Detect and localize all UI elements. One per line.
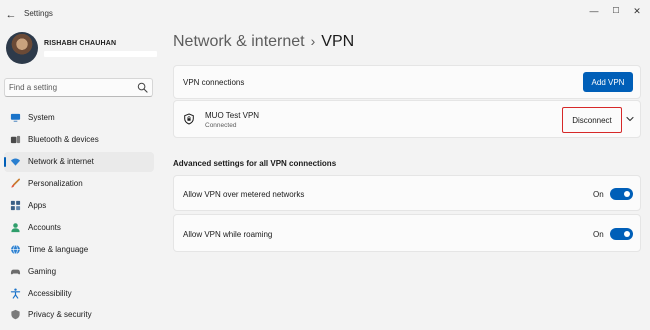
sidebar-item-gaming[interactable]: Gaming bbox=[4, 262, 154, 282]
toggle-state-label: On bbox=[593, 230, 604, 239]
sidebar-item-accounts[interactable]: Accounts bbox=[4, 218, 154, 238]
sidebar-item-network[interactable]: Network & internet bbox=[4, 152, 154, 172]
sidebar-item-label: Accessibility bbox=[28, 289, 72, 298]
toggle-knob bbox=[624, 231, 630, 237]
setting-row-roaming: Allow VPN while roaming On bbox=[173, 214, 641, 252]
monitor-icon bbox=[10, 113, 21, 122]
sidebar-item-system[interactable]: System bbox=[4, 108, 154, 128]
sidebar-item-label: Bluetooth & devices bbox=[28, 135, 99, 144]
brush-icon bbox=[11, 178, 20, 188]
search-input[interactable] bbox=[9, 81, 129, 94]
search-box bbox=[4, 78, 153, 97]
accessibility-icon bbox=[10, 288, 21, 299]
vpn-connection-item[interactable]: MUO Test VPN Connected Disconnect bbox=[173, 100, 641, 138]
shield-icon bbox=[11, 309, 20, 320]
toggle-knob bbox=[624, 191, 630, 197]
sidebar-item-privacy-security[interactable]: Privacy & security bbox=[4, 305, 154, 325]
vpn-connections-card: VPN connections Add VPN bbox=[173, 65, 641, 99]
setting-label: Allow VPN over metered networks bbox=[183, 190, 305, 199]
back-arrow-icon[interactable]: ← bbox=[4, 8, 18, 22]
page-title: VPN bbox=[321, 33, 355, 50]
globe-clock-icon bbox=[11, 244, 20, 255]
vpn-name: MUO Test VPN bbox=[205, 111, 260, 120]
selection-indicator bbox=[4, 157, 6, 167]
sidebar-item-bluetooth[interactable]: Bluetooth & devices bbox=[4, 130, 154, 150]
add-vpn-button[interactable]: Add VPN bbox=[583, 72, 633, 92]
sidebar-item-personalization[interactable]: Personalization bbox=[4, 174, 154, 194]
vpn-status: Connected bbox=[205, 122, 237, 129]
person-icon bbox=[11, 223, 20, 233]
setting-row-metered: Allow VPN over metered networks On bbox=[173, 175, 641, 211]
roaming-toggle[interactable] bbox=[610, 228, 633, 240]
metered-toggle[interactable] bbox=[610, 188, 633, 200]
sidebar-item-label: Time & language bbox=[28, 245, 89, 254]
gamepad-icon bbox=[10, 269, 21, 275]
minimize-button[interactable]: — bbox=[584, 4, 604, 18]
sidebar-item-label: Privacy & security bbox=[28, 310, 92, 319]
sidebar-item-accessibility[interactable]: Accessibility bbox=[4, 284, 154, 304]
sidebar-item-label: Apps bbox=[28, 201, 47, 210]
vpn-connections-label: VPN connections bbox=[183, 78, 245, 87]
sidebar-item-label: Network & internet bbox=[28, 157, 94, 166]
breadcrumb-separator: › bbox=[310, 33, 316, 49]
title-bar: ← Settings — ☐ ✕ bbox=[0, 0, 650, 30]
avatar[interactable] bbox=[6, 32, 38, 64]
sidebar-item-apps[interactable]: Apps bbox=[4, 196, 154, 216]
chevron-down-icon[interactable] bbox=[624, 113, 636, 125]
advanced-settings-title: Advanced settings for all VPN connection… bbox=[173, 159, 337, 168]
disconnect-button[interactable]: Disconnect bbox=[562, 107, 622, 133]
sidebar-item-label: Personalization bbox=[28, 179, 83, 188]
sidebar-item-time-language[interactable]: Time & language bbox=[4, 240, 154, 260]
maximize-button[interactable]: ☐ bbox=[606, 4, 626, 18]
breadcrumb: Network & internet › VPN bbox=[173, 33, 354, 51]
setting-label: Allow VPN while roaming bbox=[183, 230, 273, 239]
vpn-shield-icon bbox=[184, 113, 194, 125]
wifi-icon bbox=[10, 158, 21, 166]
apps-icon bbox=[10, 200, 21, 211]
toggle-state-label: On bbox=[593, 190, 604, 199]
app-title: Settings bbox=[24, 9, 53, 18]
close-button[interactable]: ✕ bbox=[627, 4, 647, 18]
sidebar-item-label: Gaming bbox=[28, 267, 57, 276]
user-name: RISHABH CHAUHAN bbox=[44, 40, 117, 47]
user-email-redacted bbox=[44, 51, 157, 57]
breadcrumb-parent[interactable]: Network & internet bbox=[173, 33, 305, 50]
search-icon[interactable] bbox=[137, 82, 148, 93]
sidebar-item-label: System bbox=[28, 113, 55, 122]
bluetooth-devices-icon bbox=[10, 135, 21, 144]
sidebar-item-label: Accounts bbox=[28, 223, 61, 232]
